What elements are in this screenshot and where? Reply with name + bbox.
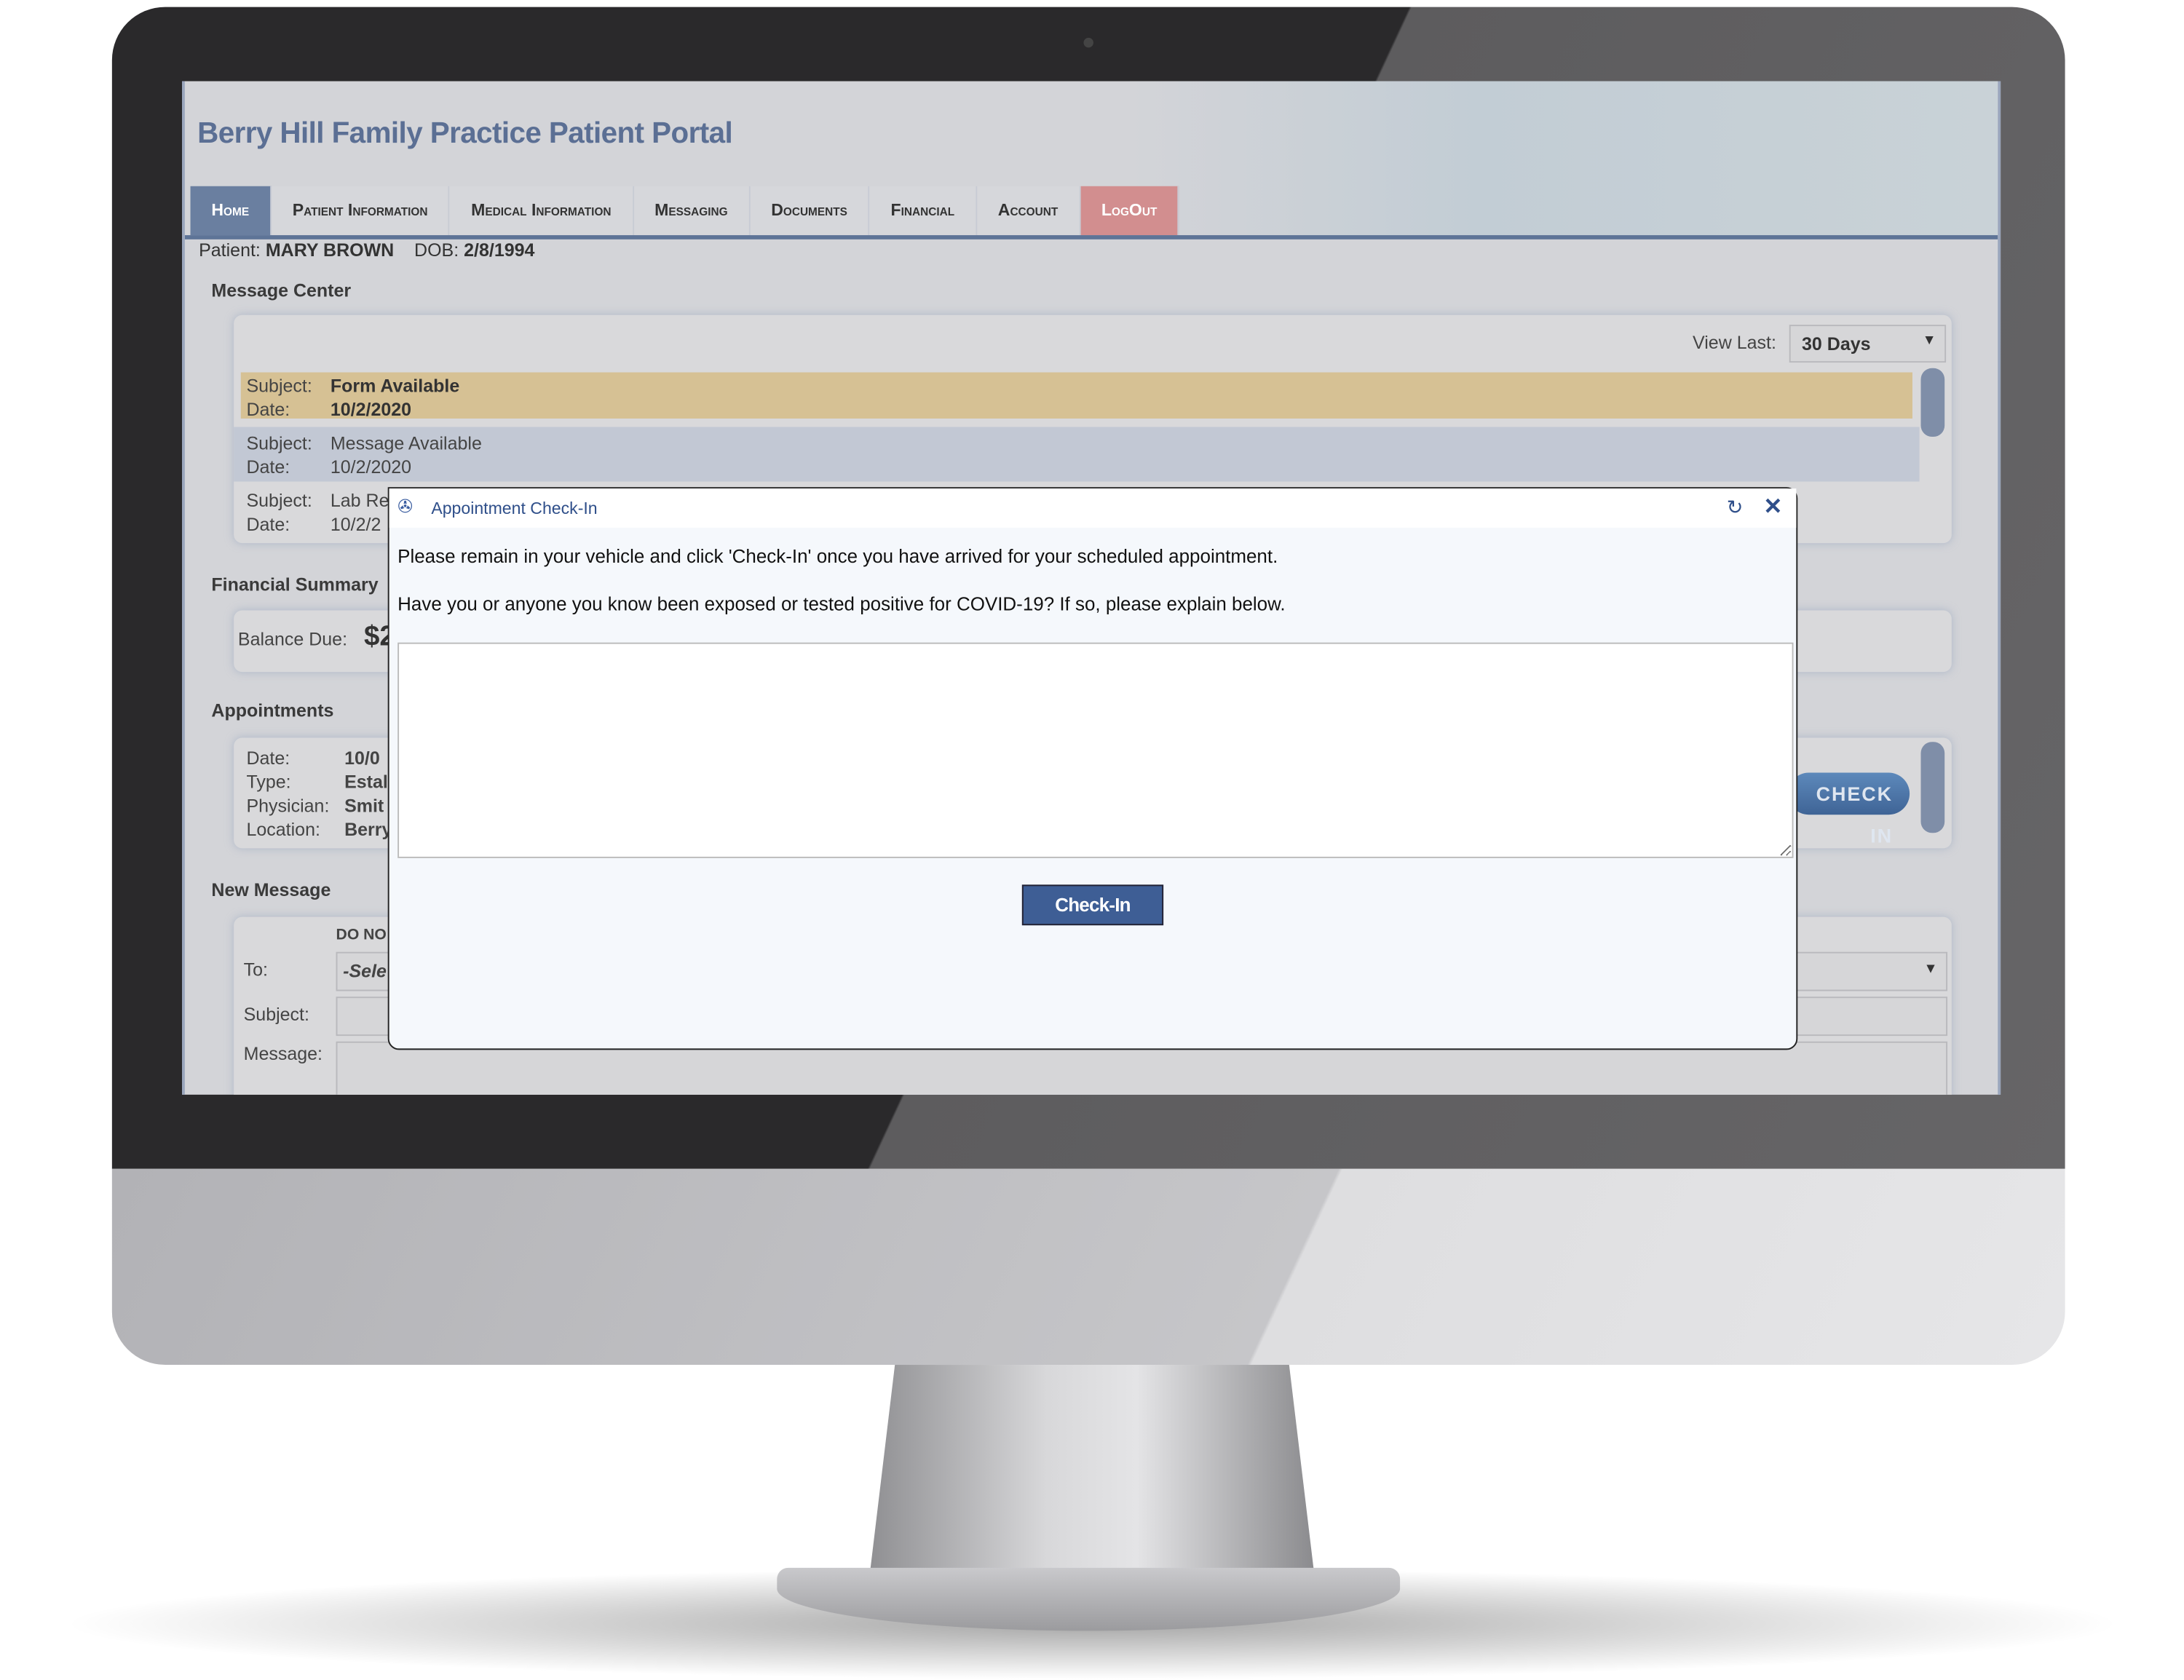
balance-label: Balance Due: <box>237 628 348 650</box>
nav-financial[interactable]: Financial <box>869 186 977 236</box>
message-date: 10/2/2020 <box>330 399 412 420</box>
message-date: 10/2/2020 <box>330 456 412 478</box>
nav-medical-information[interactable]: Medical Information <box>450 186 634 236</box>
chevron-down-icon: ▼ <box>1922 333 1936 349</box>
message-subject: Form Available <box>330 375 460 397</box>
header-medical-image <box>1129 81 1998 238</box>
patient-label: Patient: <box>199 239 261 261</box>
main-nav: Home Patient Information Medical Informa… <box>190 186 1180 236</box>
dob-label: DOB: <box>414 239 459 261</box>
message-date: 10/2/2 <box>330 513 381 535</box>
appointment-location: Berry <box>344 819 392 840</box>
view-last-label: View Last: <box>1693 331 1776 353</box>
message-subject: Message Available <box>330 432 482 454</box>
portal-title: Berry Hill Family Practice Patient Porta… <box>197 117 733 150</box>
check-in-button[interactable]: CHECK IN <box>1787 772 1910 847</box>
patient-name: MARY BROWN <box>265 239 395 261</box>
physician-label: Physician: <box>246 795 330 817</box>
date-label: Date: <box>246 513 290 535</box>
subject-label: Subject: <box>246 432 312 454</box>
message-row[interactable]: Subject: Message Available Date: 10/2/2020 <box>234 427 1920 482</box>
date-label: Date: <box>246 747 290 769</box>
appointment-date: 10/0 <box>344 747 380 769</box>
appointment-check-in-dialog: ✇ Appointment Check-In ↻ ✕ Please remain… <box>387 487 1798 1050</box>
to-label: To: <box>243 959 268 980</box>
monitor-chin <box>111 1168 2065 1366</box>
message-row[interactable]: Subject: Form Available Date: 10/2/2020 <box>240 372 1912 420</box>
subject-label: Subject: <box>246 375 312 397</box>
message-label: Message: <box>243 1042 323 1064</box>
financial-summary-title: Financial Summary <box>211 574 379 595</box>
date-label: Date: <box>246 399 290 420</box>
nav-home[interactable]: Home <box>190 186 272 236</box>
new-message-notice: DO NO <box>336 927 387 944</box>
appointments-title: Appointments <box>211 700 334 721</box>
appointments-scrollbar[interactable] <box>1920 742 1945 833</box>
type-label: Type: <box>246 771 291 793</box>
screen: Berry Hill Family Practice Patient Porta… <box>182 81 2001 1095</box>
new-message-title: New Message <box>211 879 331 900</box>
date-label: Date: <box>246 456 290 478</box>
to-value: -Sele <box>343 960 387 982</box>
subject-label: Subject: <box>246 490 312 511</box>
monitor-stand <box>868 1365 1316 1589</box>
message-center-title: Message Center <box>211 280 352 301</box>
appointment-details: Date: 10/0 Type: Estal Physician: Smit Loca… <box>246 746 392 841</box>
nav-logout[interactable]: LogOut <box>1080 186 1180 236</box>
covid-explanation-textarea[interactable] <box>397 642 1794 858</box>
nav-documents[interactable]: Documents <box>750 186 870 236</box>
app-logo-icon: ✇ <box>397 495 414 517</box>
check-in-submit-button[interactable]: Check-In <box>1021 884 1164 926</box>
refresh-icon[interactable]: ↻ <box>1727 496 1744 520</box>
subject-label: Subject: <box>243 1003 309 1025</box>
camera-icon <box>1083 37 1093 48</box>
close-icon[interactable]: ✕ <box>1763 493 1782 520</box>
nav-patient-information[interactable]: Patient Information <box>271 186 451 236</box>
location-label: Location: <box>246 819 320 840</box>
dialog-title: Appointment Check-In <box>431 498 598 518</box>
appointment-type: Estal <box>344 771 388 793</box>
view-last-select[interactable]: 30 Days ▼ <box>1789 325 1947 363</box>
dialog-instructions: Please remain in your vehicle and click … <box>397 546 1278 567</box>
nav-account[interactable]: Account <box>976 186 1081 236</box>
dialog-covid-question: Have you or anyone you know been exposed… <box>397 593 1286 615</box>
patient-info: Patient: MARY BROWN DOB: 2/8/1994 <box>199 239 534 261</box>
nav-messaging[interactable]: Messaging <box>633 186 751 236</box>
view-last-value: 30 Days <box>1802 333 1871 354</box>
appointment-physician: Smit <box>344 795 384 817</box>
message-subject: Lab Re <box>330 490 389 511</box>
patient-dob: 2/8/1994 <box>464 239 535 261</box>
dialog-titlebar: ✇ Appointment Check-In ↻ ✕ <box>389 488 1797 528</box>
chevron-down-icon: ▼ <box>1923 962 1938 978</box>
message-scrollbar[interactable] <box>1920 368 1945 437</box>
